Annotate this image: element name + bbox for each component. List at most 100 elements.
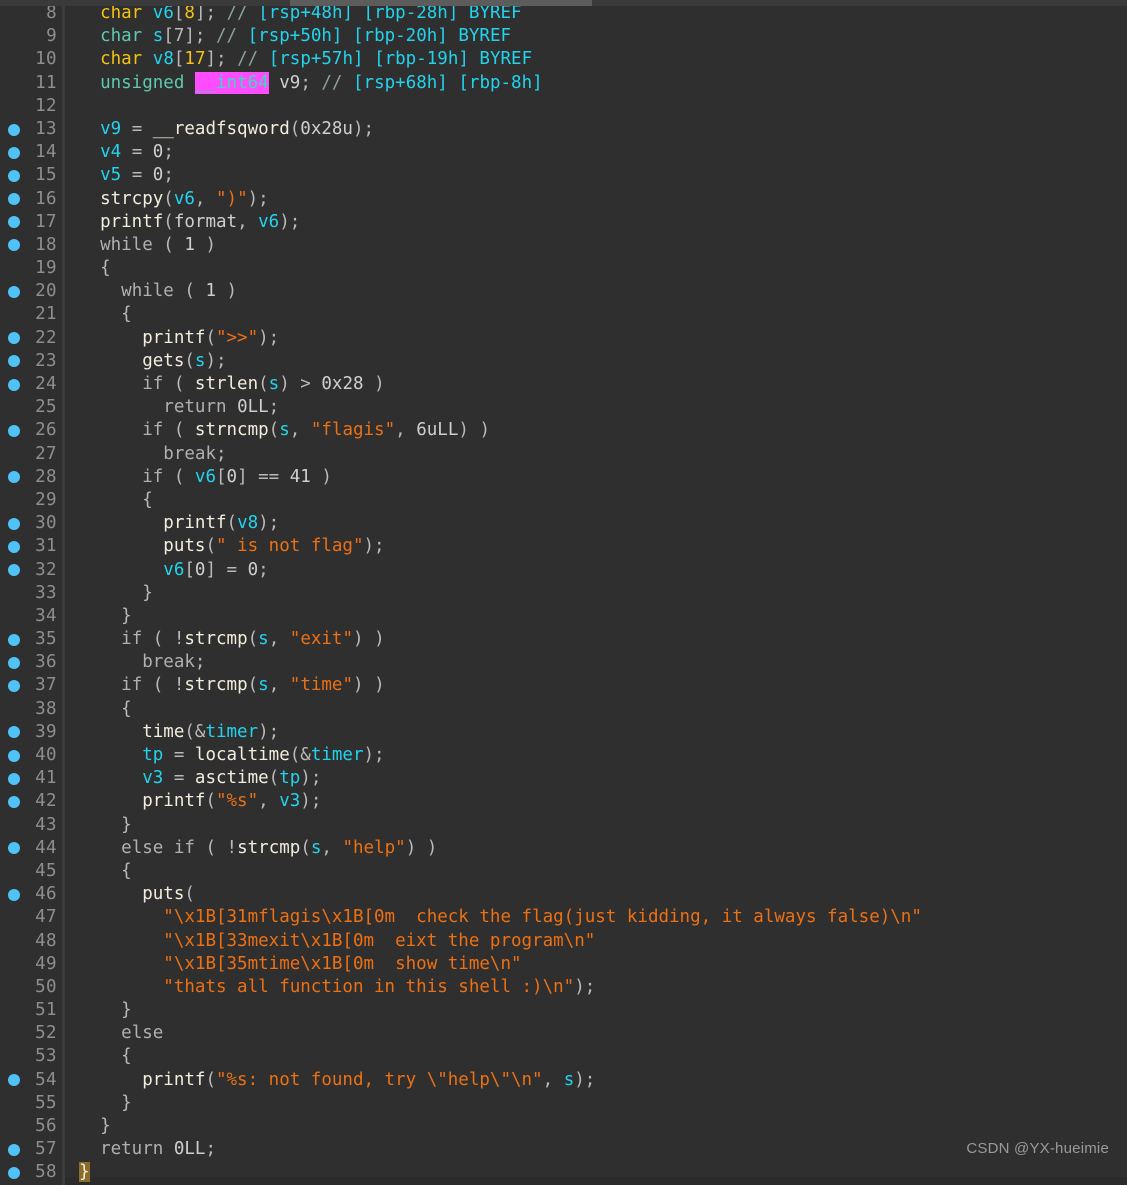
line-gutter[interactable]: 13	[0, 117, 62, 142]
line-gutter[interactable]: 58	[0, 1161, 62, 1185]
code-text[interactable]: }	[65, 582, 1127, 605]
code-text[interactable]: {	[65, 860, 1127, 883]
line-gutter[interactable]: 23	[0, 349, 62, 373]
code-line[interactable]: 31 puts(" is not flag");	[0, 535, 1127, 559]
breakpoint-marker-icon[interactable]	[8, 355, 20, 368]
breakpoint-marker-icon[interactable]	[8, 1143, 20, 1156]
line-gutter[interactable]: 40	[0, 744, 62, 768]
breakpoint-marker-icon[interactable]	[8, 123, 20, 136]
code-text[interactable]: unsigned __int64 v9; // [rsp+68h] [rbp-8…	[65, 71, 1127, 95]
line-gutter[interactable]: 50	[0, 975, 62, 1000]
line-gutter[interactable]: 51	[0, 999, 62, 1023]
code-line[interactable]: 51 }	[0, 999, 1127, 1023]
breakpoint-marker-icon[interactable]	[8, 564, 20, 577]
code-text[interactable]: else	[65, 1022, 1127, 1045]
code-text[interactable]: puts(" is not flag");	[65, 535, 1127, 558]
code-text[interactable]: if ( !strcmp(s, "exit") )	[65, 628, 1127, 651]
line-gutter[interactable]: 22	[0, 326, 62, 350]
code-text[interactable]: printf(format, v6);	[65, 211, 1127, 234]
code-text[interactable]: "thats all function in this shell :)\n")…	[65, 976, 1127, 999]
code-text[interactable]: time(&timer);	[65, 721, 1127, 744]
line-gutter[interactable]: 17	[0, 210, 62, 234]
line-gutter[interactable]: 49	[0, 952, 62, 976]
code-text[interactable]: {	[65, 257, 1127, 280]
line-gutter[interactable]: 54	[0, 1068, 62, 1092]
code-text[interactable]: {	[65, 489, 1127, 512]
line-gutter[interactable]: 45	[0, 859, 62, 884]
breakpoint-marker-icon[interactable]	[8, 540, 20, 553]
code-text[interactable]: }	[65, 814, 1127, 837]
code-line[interactable]: 36 break;	[0, 651, 1127, 675]
code-line[interactable]: 26 if ( strncmp(s, "flagis", 6uLL) )	[0, 419, 1127, 443]
code-line[interactable]: 18 while ( 1 )	[0, 233, 1127, 258]
code-line[interactable]: 30 printf(v8);	[0, 512, 1127, 536]
line-gutter[interactable]: 15	[0, 164, 62, 188]
line-gutter[interactable]: 30	[0, 512, 62, 536]
line-gutter[interactable]: 44	[0, 836, 62, 860]
line-gutter[interactable]: 25	[0, 396, 62, 420]
code-line[interactable]: 43 }	[0, 813, 1127, 837]
breakpoint-marker-icon[interactable]	[8, 726, 20, 739]
code-line[interactable]: 29 {	[0, 488, 1127, 513]
code-line[interactable]: 58}	[0, 1161, 1127, 1185]
breakpoint-marker-icon[interactable]	[8, 749, 20, 762]
code-text[interactable]: }	[65, 999, 1127, 1022]
line-gutter[interactable]: 35	[0, 628, 62, 652]
code-line[interactable]: 44 else if ( !strcmp(s, "help") )	[0, 836, 1127, 860]
code-line[interactable]: 22 printf(">>");	[0, 326, 1127, 350]
code-line[interactable]: 13 v9 = __readfsqword(0x28u);	[0, 117, 1127, 142]
code-line[interactable]: 37 if ( !strcmp(s, "time") )	[0, 674, 1127, 698]
code-line[interactable]: 10 char v8[17]; // [rsp+57h] [rbp-19h] B…	[0, 48, 1127, 72]
line-gutter[interactable]: 19	[0, 257, 62, 281]
code-listing[interactable]: 8 char v6[8]; // [rsp+48h] [rbp-28h] BYR…	[0, 0, 1127, 1185]
breakpoint-marker-icon[interactable]	[8, 239, 20, 252]
code-text[interactable]: v9 = __readfsqword(0x28u);	[65, 118, 1127, 141]
code-text[interactable]: while ( 1 )	[65, 280, 1127, 303]
breakpoint-marker-icon[interactable]	[8, 680, 20, 693]
line-gutter[interactable]: 38	[0, 697, 62, 721]
code-text[interactable]: if ( strlen(s) > 0x28 )	[65, 373, 1127, 396]
line-gutter[interactable]: 12	[0, 94, 62, 118]
code-line[interactable]: 11 unsigned __int64 v9; // [rsp+68h] [rb…	[0, 71, 1127, 95]
code-text[interactable]: char v8[17]; // [rsp+57h] [rbp-19h] BYRE…	[65, 48, 1127, 71]
line-gutter[interactable]: 33	[0, 581, 62, 605]
code-text[interactable]: break;	[65, 651, 1127, 674]
code-line[interactable]: 40 tp = localtime(&timer);	[0, 744, 1127, 768]
breakpoint-marker-icon[interactable]	[8, 471, 20, 484]
line-gutter[interactable]: 11	[0, 71, 62, 95]
breakpoint-marker-icon[interactable]	[8, 656, 20, 669]
line-gutter[interactable]: 52	[0, 1022, 62, 1046]
code-text[interactable]: if ( v6[0] == 41 )	[65, 466, 1127, 489]
line-gutter[interactable]: 39	[0, 720, 62, 744]
code-text[interactable]: tp = localtime(&timer);	[65, 744, 1127, 767]
code-text[interactable]: "\x1B[35mtime\x1B[0m show time\n"	[65, 953, 1127, 976]
code-text[interactable]: "\x1B[33mexit\x1B[0m eixt the program\n"	[65, 930, 1127, 953]
line-gutter[interactable]: 16	[0, 187, 62, 211]
code-line[interactable]: 39 time(&timer);	[0, 720, 1127, 744]
code-text[interactable]: printf(v8);	[65, 512, 1127, 535]
code-text[interactable]: return 0LL;	[65, 396, 1127, 419]
line-gutter[interactable]: 27	[0, 442, 62, 466]
code-line[interactable]: 17 printf(format, v6);	[0, 210, 1127, 234]
code-text[interactable]: }	[65, 1092, 1127, 1115]
code-line[interactable]: 14 v4 = 0;	[0, 141, 1127, 165]
breakpoint-marker-icon[interactable]	[8, 517, 20, 530]
code-text[interactable]: if ( strncmp(s, "flagis", 6uLL) )	[65, 419, 1127, 442]
line-gutter[interactable]: 32	[0, 558, 62, 582]
code-line[interactable]: 24 if ( strlen(s) > 0x28 )	[0, 373, 1127, 397]
code-text[interactable]: }	[65, 1161, 1127, 1184]
code-line[interactable]: 53 {	[0, 1045, 1127, 1069]
horizontal-scrollbar-thumb[interactable]	[290, 0, 592, 6]
code-text[interactable]: "\x1B[31mflagis\x1B[0m check the flag(ju…	[65, 906, 1127, 929]
code-text[interactable]: v4 = 0;	[65, 141, 1127, 164]
code-line[interactable]: 54 printf("%s: not found, try \"help\"\n…	[0, 1068, 1127, 1092]
code-text[interactable]: break;	[65, 443, 1127, 466]
code-text[interactable]: v5 = 0;	[65, 164, 1127, 187]
line-gutter[interactable]: 24	[0, 373, 62, 397]
code-line[interactable]: 35 if ( !strcmp(s, "exit") )	[0, 628, 1127, 652]
code-line[interactable]: 56 }	[0, 1115, 1127, 1139]
line-gutter[interactable]: 26	[0, 419, 62, 443]
line-gutter[interactable]: 29	[0, 488, 62, 513]
code-text[interactable]: printf("%s", v3);	[65, 790, 1127, 813]
line-gutter[interactable]: 18	[0, 233, 62, 258]
